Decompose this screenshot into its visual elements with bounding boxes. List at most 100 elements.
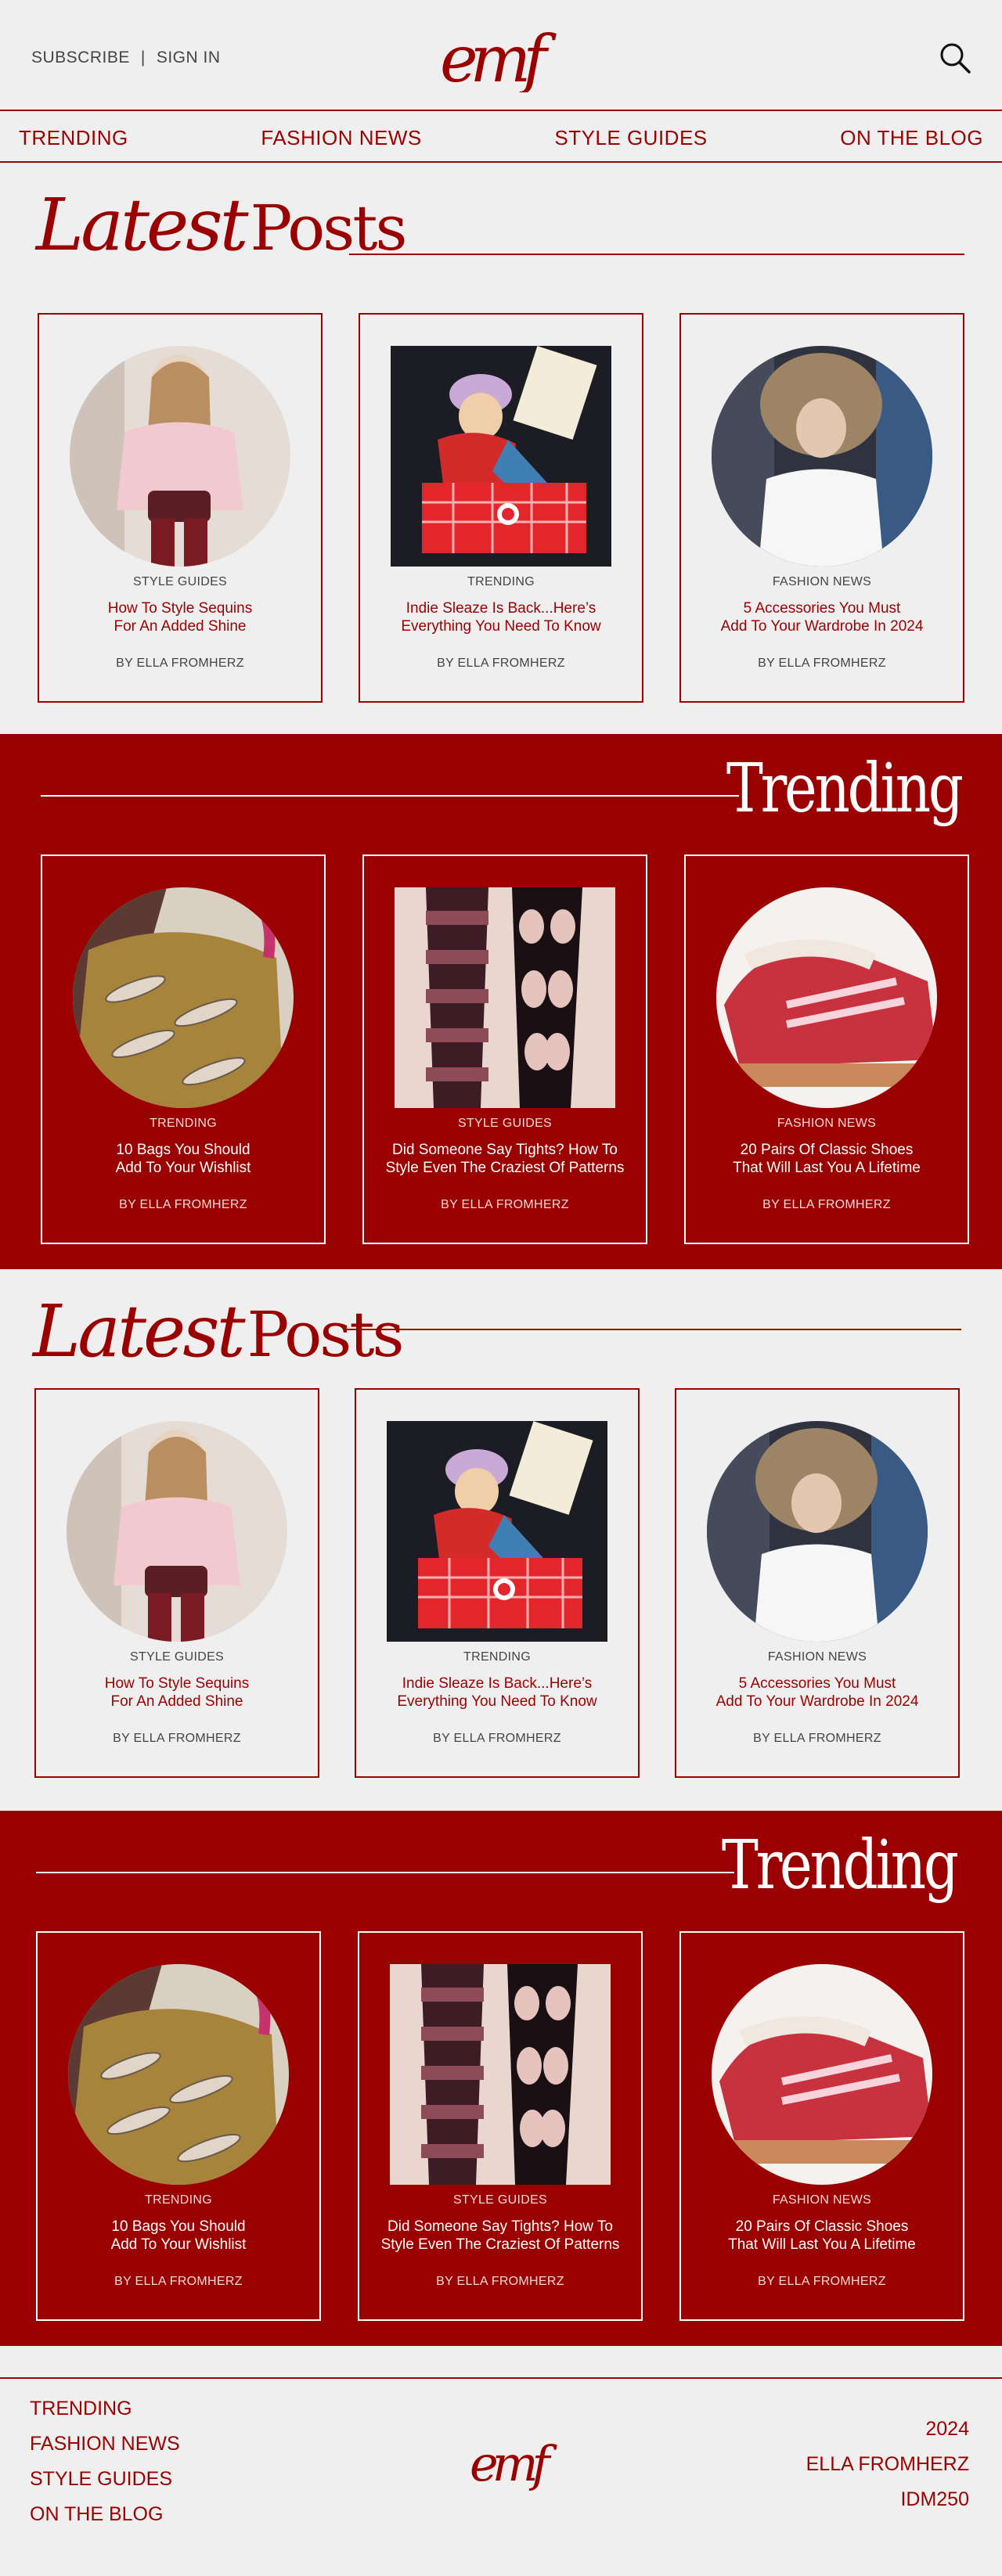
post-card[interactable]: TRENDING Indie Sleaze Is Back...Here’s Ev… xyxy=(359,313,643,703)
post-author: BY ELLA FROMHERZ xyxy=(436,2275,564,2288)
footer-author: ELLA FROMHERZ xyxy=(806,2453,969,2475)
post-author: BY ELLA FROMHERZ xyxy=(753,1732,881,1745)
post-category: STYLE GUIDES xyxy=(457,1117,553,1130)
post-title[interactable]: Indie Sleaze Is Back...Here’s Everything … xyxy=(364,1675,630,1711)
post-author: BY ELLA FROMHERZ xyxy=(113,1732,241,1745)
post-title[interactable]: 5 Accessories You Must Add To Your Wardro… xyxy=(684,1675,950,1711)
post-title[interactable]: How To Style Sequins For An Added Shine xyxy=(47,599,313,635)
post-category: TRENDING xyxy=(467,575,535,588)
post-title[interactable]: Did Someone Say Tights? How To Style Even… xyxy=(367,2218,633,2254)
post-title[interactable]: Did Someone Say Tights? How To Style Even… xyxy=(372,1141,638,1177)
separator: | xyxy=(140,49,146,67)
divider xyxy=(346,1329,961,1330)
post-author: BY ELLA FROMHERZ xyxy=(119,1198,247,1211)
post-image[interactable] xyxy=(716,887,937,1108)
post-title[interactable]: How To Style Sequins For An Added Shine xyxy=(44,1675,310,1711)
footer-info: 2024 ELLA FROMHERZ IDM250 xyxy=(806,2412,969,2517)
post-title[interactable]: 5 Accessories You Must Add To Your Wardro… xyxy=(689,599,955,635)
post-image[interactable] xyxy=(70,346,290,567)
latest-posts-section: Latest Posts STYLE GUIDES How To Style S… xyxy=(0,1269,1002,1811)
post-category: STYLE GUIDES xyxy=(452,2193,548,2207)
post-category: STYLE GUIDES xyxy=(129,1650,225,1664)
post-category: TRENDING xyxy=(145,2193,212,2207)
post-card[interactable]: STYLE GUIDES How To Style Sequins For An … xyxy=(38,313,323,703)
post-author: BY ELLA FROMHERZ xyxy=(762,1198,891,1211)
divider xyxy=(36,1872,734,1873)
subscribe-link[interactable]: SUBSCRIBE xyxy=(31,49,130,67)
site-footer: TRENDING FASHION NEWS STYLE GUIDES ON TH… xyxy=(0,2377,1002,2576)
latest-posts-section: Latest Posts STYLE GUIDES How To Style S… xyxy=(0,163,1002,734)
account-links: SUBSCRIBE | SIGN IN xyxy=(31,49,221,67)
post-image[interactable] xyxy=(712,1964,932,2185)
post-card[interactable]: TRENDING Indie Sleaze Is Back...Here’s Ev… xyxy=(355,1388,640,1778)
footer-link-trending[interactable]: TRENDING xyxy=(30,2391,180,2427)
post-card[interactable]: FASHION NEWS 20 Pairs Of Classic Shoes Th… xyxy=(684,854,969,1244)
post-category: STYLE GUIDES xyxy=(132,575,228,588)
post-card[interactable]: TRENDING 10 Bags You Should Add To Your W… xyxy=(36,1931,321,2321)
card-row: STYLE GUIDES How To Style Sequins For An … xyxy=(0,1388,1002,1778)
nav-fashion-news[interactable]: FASHION NEWS xyxy=(261,126,421,150)
section-title: Trending xyxy=(722,1826,959,1905)
card-row: TRENDING 10 Bags You Should Add To Your W… xyxy=(0,854,1002,1244)
post-image[interactable] xyxy=(67,1421,287,1642)
footer-link-style-guides[interactable]: STYLE GUIDES xyxy=(30,2462,180,2497)
post-card[interactable]: FASHION NEWS 20 Pairs Of Classic Shoes Th… xyxy=(679,1931,964,2321)
logo-text: emf xyxy=(440,23,557,92)
trending-section: Trending TRENDING 10 Bags You Should Add… xyxy=(0,1811,1002,2346)
site-header: SUBSCRIBE | SIGN IN emf xyxy=(0,0,1002,111)
post-author: BY ELLA FROMHERZ xyxy=(116,657,244,670)
post-category: FASHION NEWS xyxy=(777,1117,877,1130)
post-author: BY ELLA FROMHERZ xyxy=(441,1198,569,1211)
footer-course: IDM250 xyxy=(900,2488,969,2510)
nav-trending[interactable]: TRENDING xyxy=(19,126,128,150)
card-row: STYLE GUIDES How To Style Sequins For An … xyxy=(0,313,1002,703)
post-card[interactable]: FASHION NEWS 5 Accessories You Must Add T… xyxy=(675,1388,960,1778)
footer-nav: TRENDING FASHION NEWS STYLE GUIDES ON TH… xyxy=(30,2391,180,2532)
footer-year: 2024 xyxy=(925,2418,969,2440)
post-image[interactable] xyxy=(712,346,932,567)
post-card[interactable]: STYLE GUIDES Did Someone Say Tights? How… xyxy=(362,854,647,1244)
main-nav: TRENDING FASHION NEWS STYLE GUIDES ON TH… xyxy=(0,114,1002,163)
post-category: TRENDING xyxy=(463,1650,531,1664)
post-title[interactable]: 10 Bags You Should Add To Your Wishlist xyxy=(45,2218,312,2254)
post-category: TRENDING xyxy=(150,1117,217,1130)
post-title[interactable]: 20 Pairs Of Classic Shoes That Will Last … xyxy=(689,2218,955,2254)
signin-link[interactable]: SIGN IN xyxy=(157,49,221,67)
post-card[interactable]: TRENDING 10 Bags You Should Add To Your W… xyxy=(41,854,326,1244)
post-image[interactable] xyxy=(395,887,615,1108)
footer-logo-text: emf xyxy=(470,2435,557,2492)
post-author: BY ELLA FROMHERZ xyxy=(433,1732,561,1745)
post-category: FASHION NEWS xyxy=(767,1650,867,1664)
post-category: FASHION NEWS xyxy=(772,2193,872,2207)
post-author: BY ELLA FROMHERZ xyxy=(758,657,886,670)
post-image[interactable] xyxy=(707,1421,928,1642)
post-card[interactable]: FASHION NEWS 5 Accessories You Must Add T… xyxy=(679,313,964,703)
post-title[interactable]: 20 Pairs Of Classic Shoes That Will Last … xyxy=(694,1141,960,1177)
post-title[interactable]: 10 Bags You Should Add To Your Wishlist xyxy=(50,1141,316,1177)
post-card[interactable]: STYLE GUIDES Did Someone Say Tights? How… xyxy=(358,1931,643,2321)
site-logo[interactable]: emf xyxy=(438,14,564,92)
post-image[interactable] xyxy=(68,1964,289,2185)
section-title: Trending xyxy=(726,750,964,828)
search-icon[interactable] xyxy=(938,41,972,75)
section-title: Latest Posts xyxy=(33,1290,405,1373)
post-image[interactable] xyxy=(391,346,611,567)
divider xyxy=(349,254,964,255)
post-author: BY ELLA FROMHERZ xyxy=(114,2275,243,2288)
post-author: BY ELLA FROMHERZ xyxy=(758,2275,886,2288)
footer-link-fashion-news[interactable]: FASHION NEWS xyxy=(30,2427,180,2462)
nav-on-the-blog[interactable]: ON THE BLOG xyxy=(840,126,983,150)
post-image[interactable] xyxy=(73,887,294,1108)
card-row: TRENDING 10 Bags You Should Add To Your W… xyxy=(0,1931,1002,2321)
footer-logo[interactable]: emf xyxy=(468,2426,559,2493)
post-card[interactable]: STYLE GUIDES How To Style Sequins For An … xyxy=(34,1388,319,1778)
nav-style-guides[interactable]: STYLE GUIDES xyxy=(554,126,707,150)
post-title[interactable]: Indie Sleaze Is Back...Here’s Everything … xyxy=(368,599,634,635)
post-image[interactable] xyxy=(390,1964,611,2185)
post-author: BY ELLA FROMHERZ xyxy=(437,657,565,670)
divider xyxy=(41,795,739,797)
trending-section: Trending TRENDING 10 Bags You Should Add… xyxy=(0,734,1002,1269)
post-category: FASHION NEWS xyxy=(772,575,872,588)
post-image[interactable] xyxy=(387,1421,607,1642)
footer-link-on-the-blog[interactable]: ON THE BLOG xyxy=(30,2497,180,2532)
